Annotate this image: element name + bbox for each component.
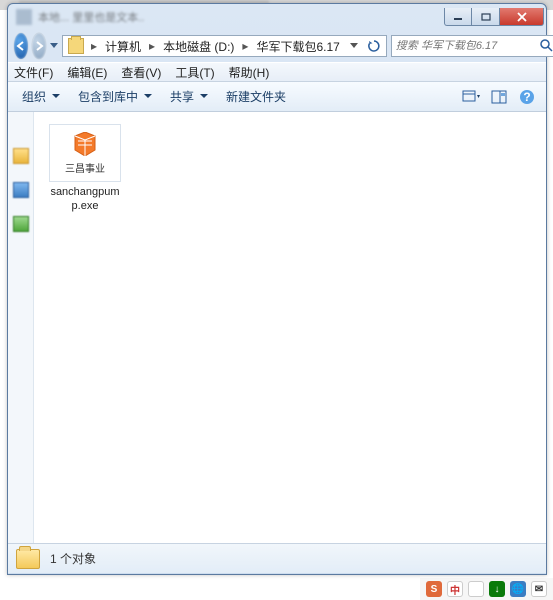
homegroup-icon[interactable] bbox=[13, 216, 29, 232]
navigation-pane[interactable] bbox=[8, 112, 34, 543]
search-icon[interactable] bbox=[539, 38, 553, 55]
favorites-icon[interactable] bbox=[13, 148, 29, 164]
svg-text:?: ? bbox=[523, 90, 530, 104]
command-bar: 组织 包含到库中 共享 新建文件夹 ? bbox=[8, 82, 546, 112]
breadcrumb-drive[interactable]: 本地磁盘 (D:) bbox=[159, 36, 238, 56]
include-library-button[interactable]: 包含到库中 bbox=[72, 86, 158, 107]
folder-icon bbox=[16, 549, 40, 569]
file-name: sanchangpump.exe bbox=[46, 186, 124, 214]
menu-bar: 文件(F) 编辑(E) 查看(V) 工具(T) 帮助(H) bbox=[8, 62, 546, 82]
tray-icon[interactable]: 🌐 bbox=[510, 581, 526, 597]
system-tray: S 中 ⚙ ↓ 🌐 ✉ bbox=[420, 578, 553, 600]
menu-view[interactable]: 查看(V) bbox=[121, 64, 161, 81]
tray-icon[interactable]: S bbox=[426, 581, 442, 597]
file-item[interactable]: 三昌事业 sanchangpump.exe bbox=[46, 124, 124, 214]
history-dropdown[interactable] bbox=[50, 33, 58, 59]
search-box[interactable] bbox=[391, 35, 553, 57]
chevron-right-icon[interactable]: ▸ bbox=[145, 39, 159, 53]
breadcrumb-folder[interactable]: 华军下载包6.17 bbox=[252, 36, 343, 56]
tray-icon[interactable]: ✉ bbox=[531, 581, 547, 597]
breadcrumb-computer[interactable]: 计算机 bbox=[101, 36, 145, 56]
preview-pane-button[interactable] bbox=[488, 86, 510, 108]
details-pane: 1 个对象 bbox=[8, 543, 546, 573]
help-button[interactable]: ? bbox=[516, 86, 538, 108]
view-options-button[interactable] bbox=[460, 86, 482, 108]
exe-icon: 三昌事业 bbox=[49, 124, 121, 182]
minimize-button[interactable] bbox=[444, 8, 472, 26]
file-caption: 三昌事业 bbox=[65, 160, 105, 175]
refresh-button[interactable] bbox=[364, 36, 384, 56]
close-button[interactable] bbox=[500, 8, 544, 26]
tray-icon[interactable]: ↓ bbox=[489, 581, 505, 597]
item-count: 1 个对象 bbox=[50, 550, 96, 567]
libraries-icon[interactable] bbox=[13, 182, 29, 198]
address-bar[interactable]: ▸ 计算机 ▸ 本地磁盘 (D:) ▸ 华军下载包6.17 bbox=[62, 35, 387, 57]
menu-edit[interactable]: 编辑(E) bbox=[67, 64, 107, 81]
menu-tools[interactable]: 工具(T) bbox=[175, 64, 214, 81]
explorer-window: 本地... 里里也是文本.. ▸ 计算机 ▸ bbox=[7, 3, 547, 575]
tray-icon[interactable]: 中 bbox=[447, 581, 463, 597]
share-button[interactable]: 共享 bbox=[164, 86, 214, 107]
menu-file[interactable]: 文件(F) bbox=[14, 64, 53, 81]
menu-help[interactable]: 帮助(H) bbox=[229, 64, 270, 81]
tray-icon[interactable]: ⚙ bbox=[468, 581, 484, 597]
folder-icon bbox=[68, 38, 84, 54]
explorer-body: 三昌事业 sanchangpump.exe bbox=[8, 112, 546, 543]
search-input[interactable] bbox=[396, 40, 539, 52]
titlebar: 本地... 里里也是文本.. bbox=[8, 4, 546, 30]
address-dropdown[interactable] bbox=[344, 36, 364, 56]
new-folder-button[interactable]: 新建文件夹 bbox=[220, 86, 292, 107]
back-button[interactable] bbox=[14, 33, 28, 59]
organize-button[interactable]: 组织 bbox=[16, 86, 66, 107]
file-list[interactable]: 三昌事业 sanchangpump.exe bbox=[34, 112, 546, 543]
navigation-bar: ▸ 计算机 ▸ 本地磁盘 (D:) ▸ 华军下载包6.17 bbox=[8, 30, 546, 62]
forward-button[interactable] bbox=[32, 33, 46, 59]
maximize-button[interactable] bbox=[472, 8, 500, 26]
chevron-right-icon[interactable]: ▸ bbox=[238, 39, 252, 53]
chevron-right-icon[interactable]: ▸ bbox=[87, 39, 101, 53]
